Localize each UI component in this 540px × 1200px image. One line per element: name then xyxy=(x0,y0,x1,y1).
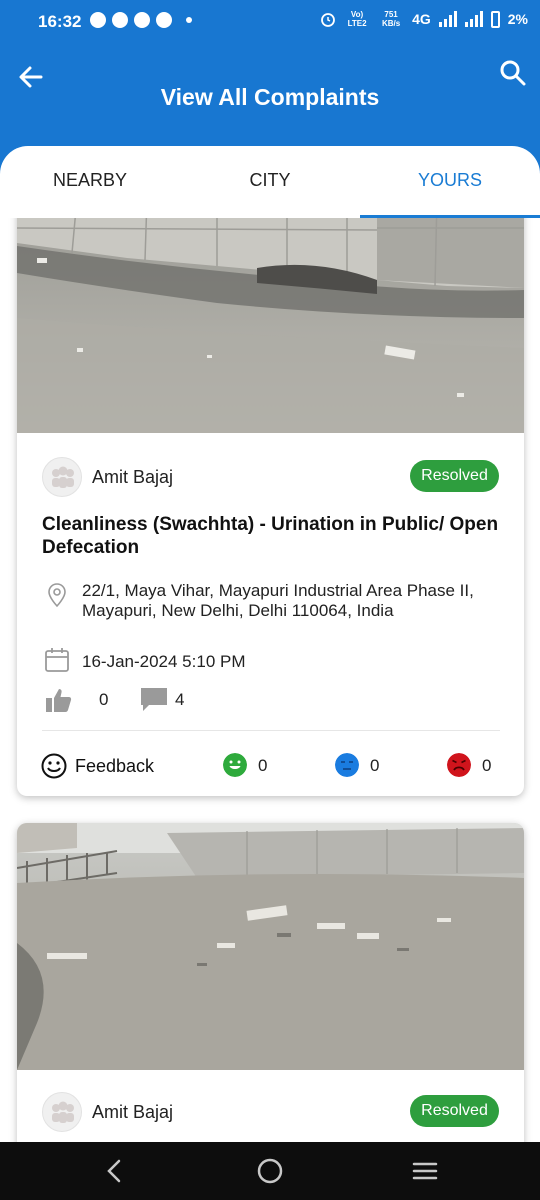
author-name: Amit Bajaj xyxy=(92,467,174,487)
complaint-author-row: Amit Bajaj Resolved xyxy=(17,1090,524,1134)
complaint-author-row: Amit Bajaj Resolved xyxy=(17,455,524,499)
tab-bar: NEARBY CITY YOURS xyxy=(0,146,540,218)
happy-face-icon[interactable] xyxy=(223,753,247,777)
group-avatar-icon xyxy=(52,466,74,488)
complaint-title[interactable]: Cleanliness (Swachhta) - Urination in Pu… xyxy=(42,513,502,559)
network-type: 4G xyxy=(412,11,431,27)
tab-yours[interactable]: YOURS xyxy=(360,146,540,218)
comments-count: 4 xyxy=(175,690,185,709)
angry-face-icon[interactable] xyxy=(447,753,471,777)
nav-menu-icon xyxy=(412,1162,438,1180)
search-button[interactable] xyxy=(498,58,528,88)
more-notifications-dot xyxy=(186,17,192,23)
status-badge: Resolved xyxy=(410,1095,499,1127)
feedback-button[interactable]: Feedback xyxy=(75,756,154,777)
snapchat-icon xyxy=(156,12,172,28)
calendar-icon xyxy=(45,648,69,672)
happy-count: 0 xyxy=(258,756,268,775)
neutral-face-icon[interactable] xyxy=(335,753,359,777)
snapchat-icon xyxy=(112,12,128,28)
status-badge: Resolved xyxy=(410,460,499,492)
complaint-card[interactable]: Amit Bajaj Resolved Cleanliness (Swachht… xyxy=(17,218,524,796)
tab-nearby[interactable]: NEARBY xyxy=(0,146,180,218)
signal-icon xyxy=(438,11,457,27)
nav-home-icon xyxy=(257,1158,283,1184)
battery-icon xyxy=(490,10,500,28)
avatar[interactable] xyxy=(42,457,82,497)
smiley-outline-icon[interactable] xyxy=(41,753,67,779)
tab-city[interactable]: CITY xyxy=(180,146,360,218)
page-title: View All Complaints xyxy=(160,84,380,110)
thumbs-up-icon[interactable] xyxy=(44,686,72,714)
system-nav-bar xyxy=(0,1142,540,1200)
author-name: Amit Bajaj xyxy=(92,1102,174,1122)
location-pin-icon xyxy=(48,583,66,608)
complaint-photo[interactable] xyxy=(17,823,524,1070)
whatsapp-icon xyxy=(90,12,106,28)
status-time: 16:32 xyxy=(38,12,82,31)
notification-icons xyxy=(90,12,192,28)
status-bar: 16:32 Vo) LTE2 751 KB/s 4G 2% xyxy=(0,0,540,44)
engagement-counts: 0 4 xyxy=(44,686,504,716)
neutral-count: 0 xyxy=(370,756,380,775)
nav-home-button[interactable] xyxy=(255,1156,285,1186)
complaints-list[interactable]: Amit Bajaj Resolved Cleanliness (Swachht… xyxy=(0,218,540,1142)
complaint-card[interactable]: Amit Bajaj Resolved xyxy=(17,823,524,1142)
card-divider xyxy=(42,730,500,731)
nav-back-button[interactable] xyxy=(100,1156,130,1186)
battery-level: 2% xyxy=(507,11,528,27)
complaint-photo[interactable] xyxy=(17,218,524,433)
avatar[interactable] xyxy=(42,1092,82,1132)
network-volte: Vo) LTE2 xyxy=(347,10,367,28)
signal-icon xyxy=(464,11,483,27)
snapchat-icon xyxy=(134,12,150,28)
street-photo-image xyxy=(17,218,524,433)
angry-count: 0 xyxy=(482,756,492,775)
app-bar: View All Complaints xyxy=(0,44,540,148)
complaint-address: 22/1, Maya Vihar, Mayapuri Industrial Ar… xyxy=(82,581,474,620)
complaint-date: 16-Jan-2024 5:10 PM xyxy=(82,652,246,671)
search-icon xyxy=(500,60,526,86)
status-right: Vo) LTE2 751 KB/s 4G 2% xyxy=(320,10,528,28)
nav-menu-button[interactable] xyxy=(410,1156,440,1186)
likes-count: 0 xyxy=(99,690,109,709)
nav-back-icon xyxy=(107,1159,121,1183)
feedback-row: Feedback 0 0 0 xyxy=(17,748,524,784)
comment-icon[interactable] xyxy=(140,687,168,713)
street-photo-image xyxy=(17,823,524,1070)
network-speed: 751 KB/s xyxy=(381,10,401,28)
alarm-icon xyxy=(321,13,335,27)
group-avatar-icon xyxy=(52,1101,74,1123)
